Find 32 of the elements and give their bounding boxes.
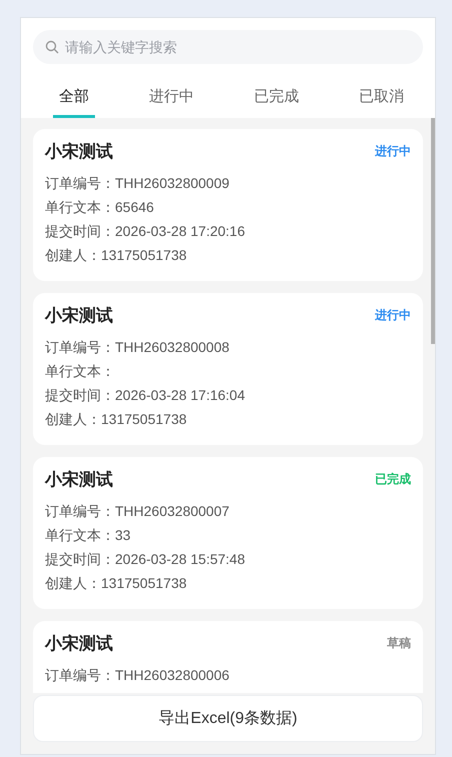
order-field: 创建人：13175051738 — [45, 407, 187, 431]
filter-tab[interactable]: 进行中 — [143, 79, 200, 118]
order-title: 小宋测试 — [45, 141, 113, 163]
order-field: 提交时间：2026-03-28 17:20:16 — [45, 219, 245, 243]
status-label: 已完成 — [375, 471, 411, 488]
order-card[interactable]: 小宋测试 草稿 订单编号：THH26032800006 — [33, 621, 423, 693]
order-title: 小宋测试 — [45, 305, 113, 327]
order-card[interactable]: 小宋测试 进行中 订单编号：THH26032800008 单行文本： 提交时间：2026-03-28 17:16:04 创建人：13175051738 — [33, 293, 423, 445]
order-field: 创建人：13175051738 — [45, 571, 187, 595]
filter-tab[interactable]: 已完成 — [248, 79, 305, 118]
order-field: 订单编号：THH26032800008 — [45, 335, 230, 359]
scrollbar[interactable] — [431, 118, 435, 344]
order-field: 单行文本：65646 — [45, 195, 154, 219]
search-field[interactable]: 请输入关键字搜索 — [33, 30, 423, 64]
order-field: 创建人：13175051738 — [45, 243, 187, 267]
search-icon — [45, 40, 59, 54]
order-field: 单行文本：33 — [45, 523, 131, 547]
order-card[interactable]: 小宋测试 进行中 订单编号：THH26032800009 单行文本：65646 提交时间：2026-03-28 17:20:16 创建人：13175051738 — [33, 129, 423, 281]
export-button[interactable]: 导出Excel(9条数据) — [33, 695, 423, 742]
order-title: 小宋测试 — [45, 469, 113, 491]
order-field: 提交时间：2026-03-28 15:57:48 — [45, 547, 245, 571]
filter-tab[interactable]: 已取消 — [353, 79, 410, 118]
status-label: 进行中 — [375, 143, 411, 160]
order-field: 订单编号：THH26032800006 — [45, 663, 230, 687]
status-label: 草稿 — [387, 635, 411, 652]
order-field: 订单编号：THH26032800007 — [45, 499, 230, 523]
status-label: 进行中 — [375, 307, 411, 324]
order-field: 单行文本： — [45, 359, 115, 383]
order-field: 提交时间：2026-03-28 17:16:04 — [45, 383, 245, 407]
order-field: 订单编号：THH26032800009 — [45, 171, 230, 195]
order-card[interactable]: 小宋测试 已完成 订单编号：THH26032800007 单行文本：33 提交时间：2026-03-28 15:57:48 创建人：13175051738 — [33, 457, 423, 609]
order-title: 小宋测试 — [45, 633, 113, 655]
